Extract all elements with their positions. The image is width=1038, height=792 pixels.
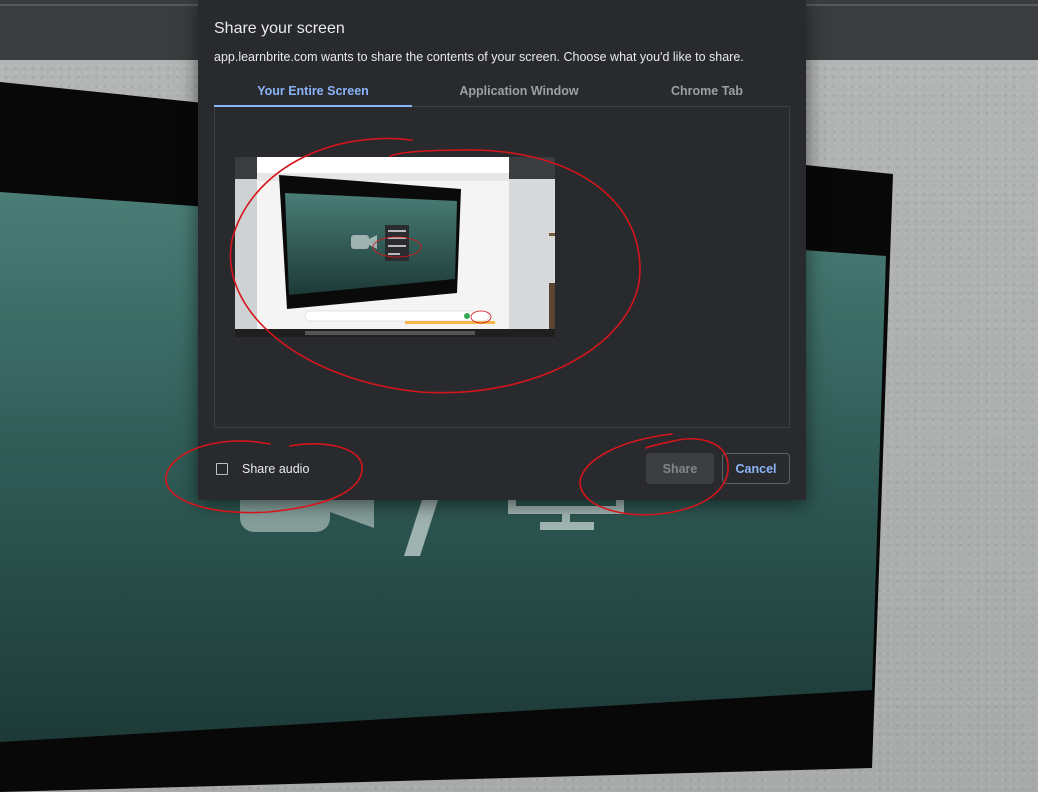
checkbox-icon[interactable] <box>216 463 228 475</box>
share-audio-label: Share audio <box>242 462 310 476</box>
screen-preview-area <box>214 107 790 428</box>
share-audio-toggle[interactable]: Share audio <box>216 460 309 478</box>
tab-chrome-tab[interactable]: Chrome Tab <box>614 76 800 105</box>
share-button[interactable]: Share <box>646 453 714 484</box>
entire-screen-thumbnail[interactable] <box>235 157 555 337</box>
dialog-title: Share your screen <box>214 20 345 37</box>
tab-entire-screen[interactable]: Your Entire Screen <box>214 76 412 105</box>
tab-application-window[interactable]: Application Window <box>424 76 614 105</box>
share-screen-dialog: Share your screen app.learnbrite.com wan… <box>198 0 806 500</box>
source-tabs: Your Entire Screen Application Window Ch… <box>214 76 790 107</box>
thumbnail-image <box>235 157 555 337</box>
dialog-description: app.learnbrite.com wants to share the co… <box>214 50 744 64</box>
cancel-button[interactable]: Cancel <box>722 453 790 484</box>
